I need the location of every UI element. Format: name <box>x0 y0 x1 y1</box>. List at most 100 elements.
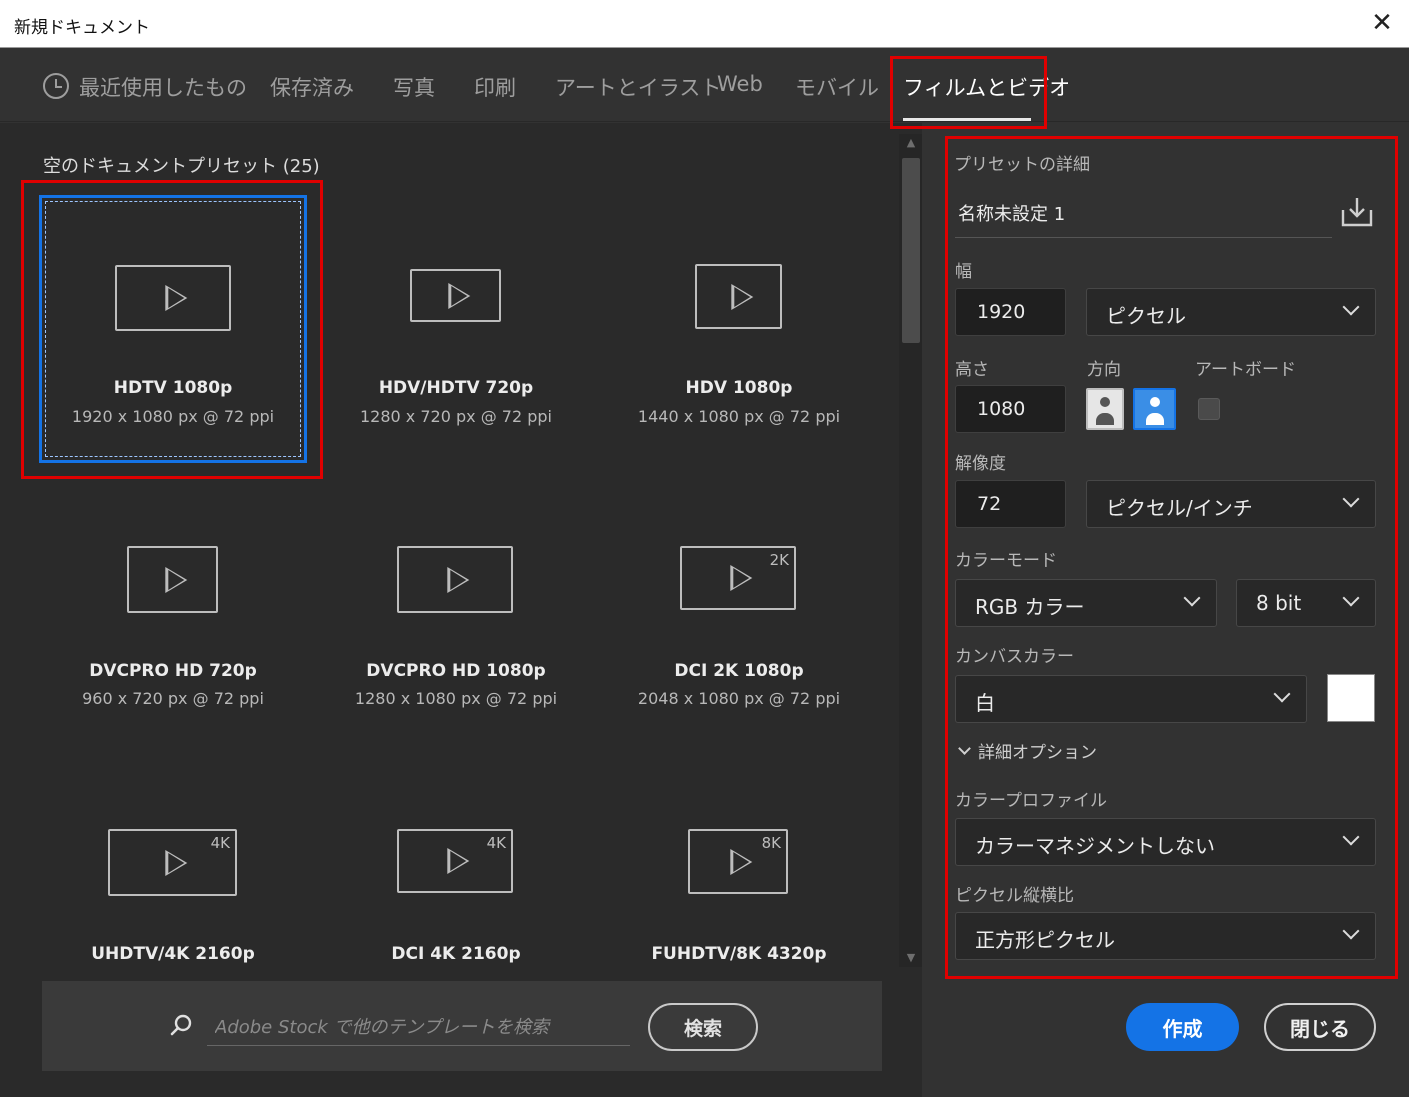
resolution-unit-select[interactable]: ピクセル/インチ <box>1086 480 1376 528</box>
portrait-orientation-button[interactable] <box>1086 388 1124 430</box>
video-preset-icon <box>397 546 513 613</box>
scroll-up-icon[interactable]: ▲ <box>899 134 923 152</box>
search-icon <box>170 1014 192 1036</box>
resolution-unit-value: ピクセル/インチ <box>1106 496 1253 520</box>
chevron-down-icon <box>1342 589 1360 607</box>
width-unit-value: ピクセル <box>1106 304 1186 328</box>
canvas-color-swatch[interactable] <box>1327 674 1375 722</box>
artboard-checkbox[interactable] <box>1198 398 1220 420</box>
preset-spec: 1280 x 720 px @ 72 ppi <box>360 407 552 426</box>
chevron-down-icon <box>1342 298 1360 316</box>
preset-name: DCI 2K 1080p <box>674 661 804 681</box>
stock-search-input[interactable] <box>207 1010 630 1046</box>
video-preset-icon: 8K <box>688 829 788 894</box>
color-mode-select[interactable]: RGB カラー <box>955 579 1217 627</box>
chevron-down-icon <box>1342 922 1360 940</box>
preset-name: HDTV 1080p <box>113 378 233 398</box>
window-title: 新規ドキュメント <box>14 18 150 38</box>
create-button[interactable]: 作成 <box>1126 1003 1239 1051</box>
resolution-badge: 2K <box>769 551 789 569</box>
video-preset-icon: 4K <box>397 829 513 893</box>
color-mode-value: RGB カラー <box>975 595 1085 619</box>
preset-card-hdv-hdtv-720p[interactable]: HDV/HDTV 720p 1280 x 720 px @ 72 ppi <box>325 198 587 460</box>
preset-card-hdv-1080p[interactable]: HDV 1080p 1440 x 1080 px @ 72 ppi <box>608 198 870 460</box>
resolution-badge: 8K <box>761 834 781 852</box>
close-button[interactable]: 閉じる <box>1264 1003 1376 1051</box>
tab-mobile[interactable]: モバイル <box>795 72 879 102</box>
tab-print[interactable]: 印刷 <box>474 72 516 102</box>
preset-card-dvcpro-hd-1080p[interactable]: DVCPRO HD 1080p 1280 x 1080 px @ 72 ppi <box>325 481 587 743</box>
tab-web[interactable]: Web <box>717 72 763 96</box>
preset-details-heading: プリセットの詳細 <box>954 155 1090 175</box>
chevron-down-icon <box>1273 685 1291 703</box>
resolution-badge: 4K <box>486 834 506 852</box>
height-input[interactable]: 1080 <box>955 385 1066 433</box>
preset-card-dci-2k-1080p[interactable]: 2K DCI 2K 1080p 2048 x 1080 px @ 72 ppi <box>608 481 870 743</box>
search-button[interactable]: 検索 <box>648 1003 758 1051</box>
video-preset-icon <box>127 546 218 613</box>
resolution-label: 解像度 <box>955 454 1006 474</box>
tab-art-illustration[interactable]: アートとイラスト <box>555 72 721 102</box>
presets-scrollbar[interactable]: ▲ ▼ <box>899 134 923 967</box>
video-preset-icon <box>115 265 231 331</box>
tab-photo[interactable]: 写真 <box>393 72 435 102</box>
landscape-person-icon <box>1149 397 1160 407</box>
tab-film-video[interactable]: フィルムとビデオ <box>903 72 1070 102</box>
resolution-badge: 4K <box>210 834 230 852</box>
preset-name: FUHDTV/8K 4320p <box>651 944 827 964</box>
color-mode-label: カラーモード <box>955 551 1057 571</box>
scroll-down-icon[interactable]: ▼ <box>899 949 923 967</box>
video-preset-icon: 2K <box>680 546 796 610</box>
preset-spec: 2048 x 1080 px @ 72 ppi <box>637 689 841 708</box>
close-icon[interactable]: ✕ <box>1367 8 1397 38</box>
preset-name: HDV/HDTV 720p <box>378 378 534 398</box>
document-name-underline <box>955 237 1332 238</box>
chevron-down-icon <box>1342 490 1360 508</box>
bit-depth-select[interactable]: 8 bit <box>1236 579 1376 627</box>
video-preset-icon <box>410 269 501 322</box>
portrait-person-icon <box>1100 397 1110 407</box>
active-tab-underline <box>903 118 1031 121</box>
height-label: 高さ <box>955 360 989 380</box>
presets-heading: 空のドキュメントプリセット (25) <box>43 156 320 177</box>
advanced-options-toggle[interactable]: 詳細オプション <box>958 738 1097 763</box>
pixel-aspect-select[interactable]: 正方形ピクセル <box>955 912 1376 960</box>
document-name[interactable]: 名称未設定 1 <box>958 200 1065 226</box>
landscape-orientation-button[interactable] <box>1133 388 1176 430</box>
chevron-down-icon <box>958 742 971 755</box>
advanced-options-label: 詳細オプション <box>978 743 1097 763</box>
canvas-color-label: カンバスカラー <box>955 647 1074 667</box>
color-profile-label: カラープロファイル <box>955 791 1107 811</box>
preset-spec: 1920 x 1080 px @ 72 ppi <box>71 407 275 426</box>
pixel-aspect-value: 正方形ピクセル <box>975 928 1115 952</box>
pixel-aspect-label: ピクセル縦横比 <box>955 886 1074 906</box>
video-preset-icon <box>695 264 782 329</box>
preset-name: DVCPRO HD 1080p <box>366 661 546 681</box>
preset-card-hdtv-1080p[interactable]: HDTV 1080p 1920 x 1080 px @ 72 ppi <box>39 195 307 463</box>
width-input[interactable]: 1920 <box>955 288 1066 336</box>
preset-name: DVCPRO HD 720p <box>89 661 257 681</box>
preset-name: UHDTV/4K 2160p <box>91 944 255 964</box>
chevron-down-icon <box>1183 589 1201 607</box>
orientation-label: 方向 <box>1087 360 1121 380</box>
preset-name: HDV 1080p <box>685 378 793 398</box>
width-unit-select[interactable]: ピクセル <box>1086 288 1376 336</box>
tab-saved[interactable]: 保存済み <box>270 72 354 102</box>
tab-recent[interactable]: 最近使用したもの <box>79 72 247 102</box>
video-preset-icon: 4K <box>108 829 237 896</box>
color-profile-select[interactable]: カラーマネジメントしない <box>955 818 1376 866</box>
artboard-label: アートボード <box>1195 360 1296 380</box>
preset-spec: 960 x 720 px @ 72 ppi <box>82 689 264 708</box>
title-bar: 新規ドキュメント ✕ <box>0 0 1409 48</box>
stock-search-bar: 検索 <box>42 981 882 1071</box>
preset-name: DCI 4K 2160p <box>391 944 521 964</box>
save-preset-icon[interactable] <box>1340 196 1374 228</box>
preset-spec: 1280 x 1080 px @ 72 ppi <box>354 689 558 708</box>
canvas-color-select[interactable]: 白 <box>955 675 1307 723</box>
clock-icon <box>43 73 69 99</box>
preset-spec: 1440 x 1080 px @ 72 ppi <box>637 407 841 426</box>
preset-card-dvcpro-hd-720p[interactable]: DVCPRO HD 720p 960 x 720 px @ 72 ppi <box>42 481 304 743</box>
scroll-thumb[interactable] <box>902 158 920 343</box>
canvas-color-value: 白 <box>975 691 995 715</box>
resolution-input[interactable]: 72 <box>955 480 1066 528</box>
